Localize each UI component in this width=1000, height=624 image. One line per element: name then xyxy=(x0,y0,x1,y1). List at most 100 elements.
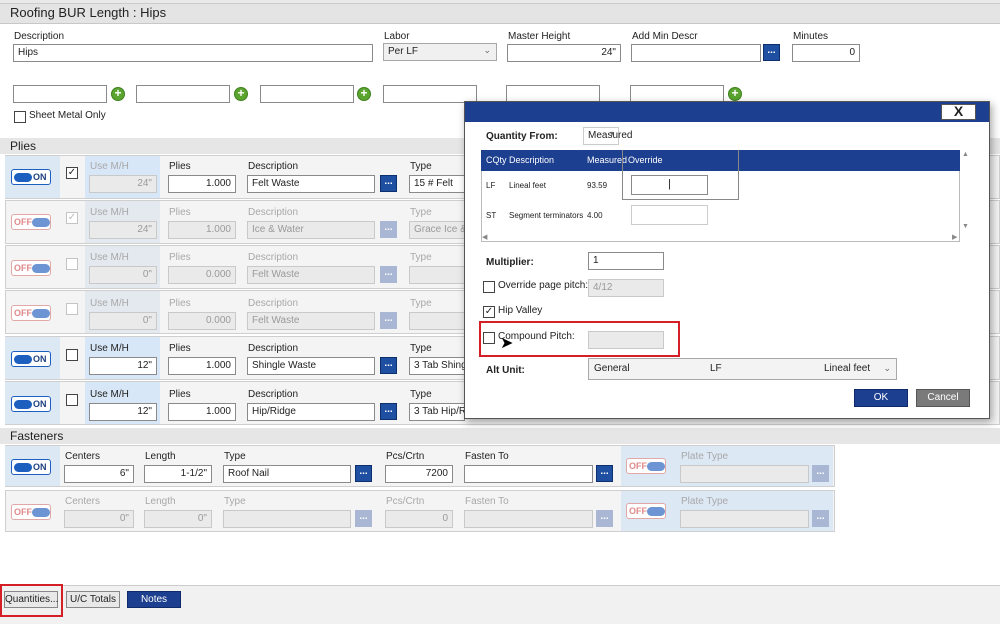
plies-input[interactable]: 1.000 xyxy=(168,221,236,239)
ply-type-input[interactable]: 15 # Felt xyxy=(409,175,465,193)
ply-type-input[interactable] xyxy=(409,312,465,330)
extra-field-1[interactable] xyxy=(13,85,107,103)
minutes-input[interactable]: 0 xyxy=(792,44,860,62)
scroll-down-icon[interactable]: ▼ xyxy=(962,223,969,230)
ply-description-input[interactable]: Felt Waste xyxy=(247,312,375,330)
use-mh-input[interactable]: 12" xyxy=(89,403,157,421)
plies-input[interactable]: 0.000 xyxy=(168,312,236,330)
add-icon[interactable]: + xyxy=(111,87,125,101)
plies-input[interactable]: 1.000 xyxy=(168,403,236,421)
description-input[interactable]: Hips xyxy=(13,44,373,62)
fastener-type-browse-button[interactable]: ... xyxy=(355,465,372,482)
ply-description-input[interactable]: Felt Waste xyxy=(247,175,375,193)
plate-toggle[interactable]: OFF xyxy=(626,503,666,519)
fastener-toggle[interactable]: OFF xyxy=(11,504,51,520)
use-mh-input[interactable]: 0" xyxy=(89,266,157,284)
pcs-crtn-input[interactable]: 0 xyxy=(385,510,453,528)
quantities-highlight xyxy=(0,584,63,617)
ply-checkbox[interactable] xyxy=(66,349,78,361)
ply-checkbox[interactable]: ✓ xyxy=(66,212,78,224)
extra-field-3[interactable] xyxy=(260,85,354,103)
add-min-descr-input[interactable] xyxy=(631,44,761,62)
uc-totals-button[interactable]: U/C Totals xyxy=(66,591,120,608)
ply-toggle[interactable]: OFF xyxy=(11,305,51,321)
ply-description-input[interactable]: Hip/Ridge xyxy=(247,403,375,421)
extra-field-4[interactable] xyxy=(383,85,477,103)
ply-type-input[interactable]: Grace Ice & xyxy=(409,221,465,239)
scroll-up-icon[interactable]: ▲ xyxy=(962,151,969,158)
centers-input[interactable]: 0" xyxy=(64,510,134,528)
ply-type-label: Type xyxy=(410,343,432,354)
pcs-crtn-input[interactable]: 7200 xyxy=(385,465,453,483)
grid-cell-measured: 4.00 xyxy=(587,211,603,220)
plate-type-browse-button[interactable]: ... xyxy=(812,510,829,527)
multiplier-input[interactable]: 1 xyxy=(588,252,664,270)
centers-input[interactable]: 6" xyxy=(64,465,134,483)
ply-checkbox[interactable] xyxy=(66,303,78,315)
add-icon[interactable]: + xyxy=(728,87,742,101)
plies-input[interactable]: 0.000 xyxy=(168,266,236,284)
ply-checkbox[interactable] xyxy=(66,258,78,270)
ply-browse-button[interactable]: ... xyxy=(380,266,397,283)
override-input[interactable]: | xyxy=(631,175,708,195)
use-mh-label: Use M/H xyxy=(90,252,129,263)
ply-description-input[interactable]: Felt Waste xyxy=(247,266,375,284)
add-icon[interactable]: + xyxy=(357,87,371,101)
override-page-pitch-input[interactable]: 4/12 xyxy=(588,279,664,297)
notes-button[interactable]: Notes xyxy=(127,591,181,608)
ply-description-input[interactable]: Shingle Waste xyxy=(247,357,375,375)
cancel-button[interactable]: Cancel xyxy=(916,389,970,407)
fasten-to-browse-button[interactable]: ... xyxy=(596,465,613,482)
ply-browse-button[interactable]: ... xyxy=(380,357,397,374)
plate-type-browse-button[interactable]: ... xyxy=(812,465,829,482)
close-icon[interactable]: X xyxy=(941,104,976,120)
ply-toggle[interactable]: ON xyxy=(11,169,51,185)
labor-value: Per LF xyxy=(388,46,419,57)
fastener-type-browse-button[interactable]: ... xyxy=(355,510,372,527)
scroll-left-icon[interactable]: ◀ xyxy=(482,233,487,241)
use-mh-input[interactable]: 0" xyxy=(89,312,157,330)
ok-button[interactable]: OK xyxy=(854,389,908,407)
override-page-pitch-checkbox[interactable] xyxy=(483,281,495,293)
fasten-to-input[interactable] xyxy=(464,510,593,528)
ply-type-input[interactable] xyxy=(409,266,465,284)
plies-input[interactable]: 1.000 xyxy=(168,175,236,193)
ply-checkbox[interactable] xyxy=(66,394,78,406)
ply-toggle[interactable]: ON xyxy=(11,396,51,412)
ply-type-input[interactable]: 3 Tab Hip/Rid xyxy=(409,403,465,421)
add-icon[interactable]: + xyxy=(234,87,248,101)
fastener-type-input[interactable] xyxy=(223,510,351,528)
fasten-to-browse-button[interactable]: ... xyxy=(596,510,613,527)
scroll-right-icon[interactable]: ▶ xyxy=(952,233,957,241)
ply-browse-button[interactable]: ... xyxy=(380,312,397,329)
plate-type-input[interactable] xyxy=(680,465,809,483)
ply-checkbox[interactable]: ✓ xyxy=(66,167,78,179)
use-mh-input[interactable]: 24" xyxy=(89,175,157,193)
sheet-metal-only-checkbox[interactable] xyxy=(14,111,26,123)
override-input[interactable] xyxy=(631,205,708,225)
use-mh-input[interactable]: 12" xyxy=(89,357,157,375)
ply-toggle[interactable]: OFF xyxy=(11,260,51,276)
add-min-descr-browse-button[interactable]: ... xyxy=(763,44,780,61)
ply-type-input[interactable]: 3 Tab Shingle xyxy=(409,357,465,375)
fastener-type-input[interactable]: Roof Nail xyxy=(223,465,351,483)
plate-toggle[interactable]: OFF xyxy=(626,458,666,474)
master-height-input[interactable]: 24" xyxy=(507,44,621,62)
length-input[interactable]: 1-1/2" xyxy=(144,465,212,483)
extra-field-2[interactable] xyxy=(136,85,230,103)
plies-input[interactable]: 1.000 xyxy=(168,357,236,375)
ply-toggle[interactable]: OFF xyxy=(11,214,51,230)
plate-type-input[interactable] xyxy=(680,510,809,528)
alt-unit-select[interactable]: General LF Lineal feet ⌄ xyxy=(588,358,897,380)
ply-browse-button[interactable]: ... xyxy=(380,403,397,420)
fasten-to-input[interactable] xyxy=(464,465,593,483)
labor-select[interactable]: Per LF ⌄ xyxy=(383,43,497,61)
use-mh-input[interactable]: 24" xyxy=(89,221,157,239)
length-input[interactable]: 0" xyxy=(144,510,212,528)
ply-toggle[interactable]: ON xyxy=(11,351,51,367)
ply-browse-button[interactable]: ... xyxy=(380,221,397,238)
ply-description-input[interactable]: Ice & Water xyxy=(247,221,375,239)
fastener-toggle[interactable]: ON xyxy=(11,459,51,475)
ply-browse-button[interactable]: ... xyxy=(380,175,397,192)
hip-valley-checkbox[interactable]: ✓ xyxy=(483,306,495,318)
